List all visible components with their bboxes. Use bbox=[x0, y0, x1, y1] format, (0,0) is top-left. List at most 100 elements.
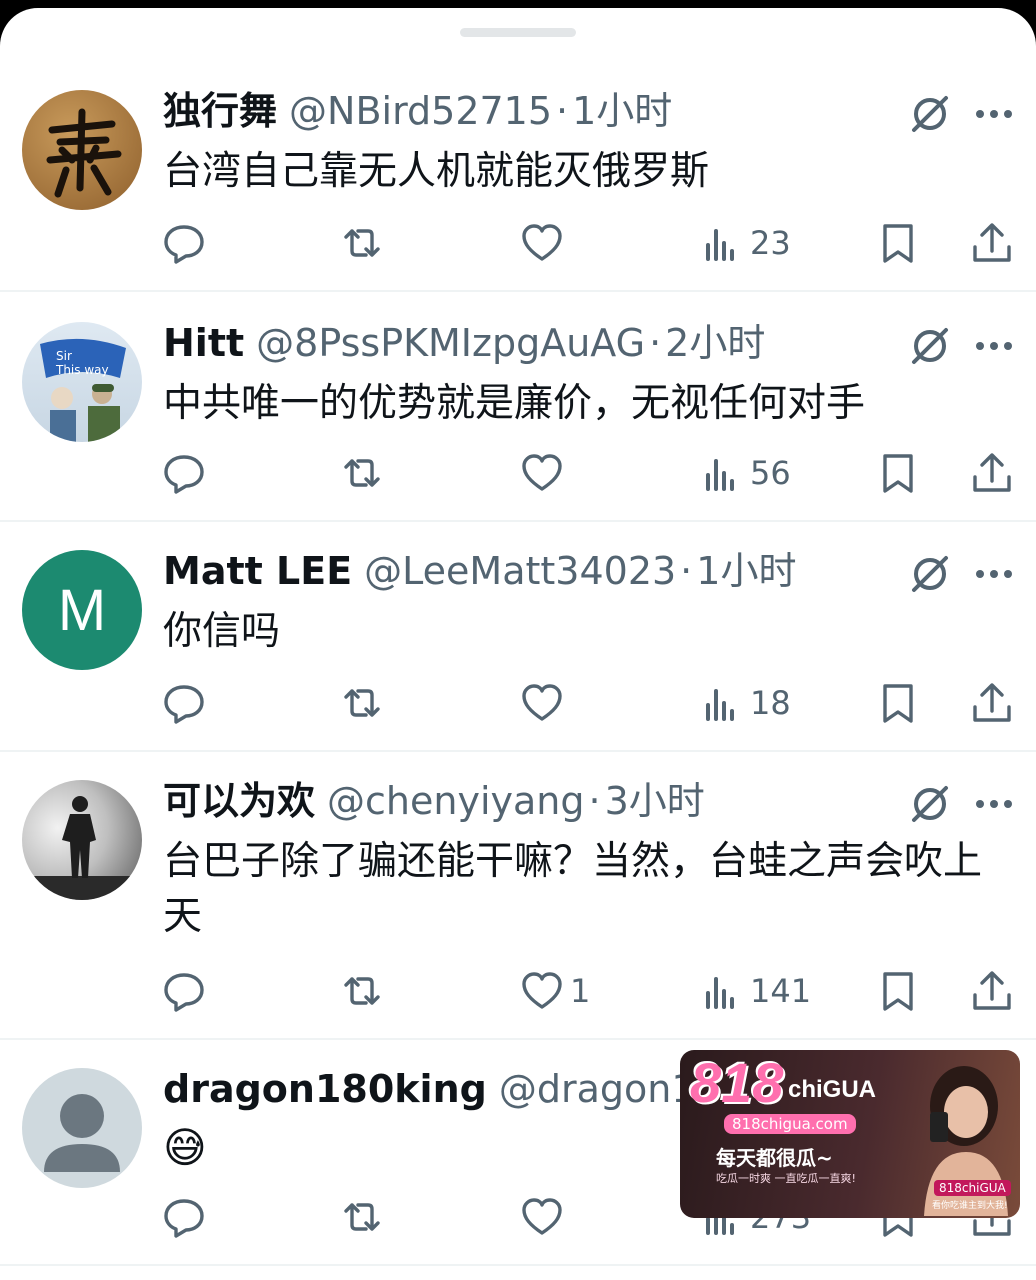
post-divider bbox=[0, 290, 1036, 292]
separator-dot: · bbox=[649, 321, 662, 365]
share-button[interactable] bbox=[970, 218, 1014, 268]
reply-icon bbox=[164, 685, 204, 724]
bookmark-button[interactable] bbox=[876, 678, 920, 728]
svg-text:Sir: Sir bbox=[56, 349, 72, 363]
share-button[interactable] bbox=[970, 448, 1014, 498]
like-icon bbox=[522, 224, 562, 261]
calligraphy-avatar-image bbox=[46, 108, 122, 198]
avatar[interactable]: Sir This way bbox=[22, 322, 142, 442]
retweet-button[interactable] bbox=[340, 678, 384, 728]
display-name[interactable]: Matt LEE bbox=[163, 546, 352, 596]
like-button[interactable] bbox=[520, 678, 570, 728]
user-handle[interactable]: @NBird52715 bbox=[289, 86, 552, 136]
separator-dot: · bbox=[556, 89, 569, 133]
reply-button[interactable] bbox=[162, 678, 206, 728]
user-handle[interactable]: @8PssPKMIzpgAuAG bbox=[256, 318, 645, 368]
reply-icon bbox=[164, 973, 204, 1012]
views-icon bbox=[706, 229, 734, 261]
share-button[interactable] bbox=[970, 678, 1014, 728]
retweet-button[interactable] bbox=[340, 1192, 384, 1242]
retweet-icon bbox=[344, 229, 380, 257]
view-count: 18 bbox=[750, 684, 791, 722]
views-icon bbox=[706, 977, 734, 1009]
display-name[interactable]: 可以为欢 bbox=[163, 776, 315, 826]
reply-icon bbox=[164, 455, 204, 494]
views-button[interactable]: 23 bbox=[700, 218, 791, 268]
more-icon[interactable] bbox=[974, 798, 1014, 810]
like-button[interactable] bbox=[520, 218, 570, 268]
separator-dot: · bbox=[588, 779, 601, 823]
bookmark-button[interactable] bbox=[876, 218, 920, 268]
post-text: 台湾自己靠无人机就能灭俄罗斯 bbox=[163, 149, 710, 194]
post-header: Matt LEE @LeeMatt34023 · 1小时 bbox=[163, 546, 796, 596]
bookmark-icon bbox=[883, 684, 913, 723]
retweet-button[interactable] bbox=[340, 448, 384, 498]
grok-icon[interactable] bbox=[908, 782, 952, 826]
user-handle[interactable]: @LeeMatt34023 bbox=[364, 546, 676, 596]
reply-icon bbox=[164, 225, 204, 264]
bookmark-button[interactable] bbox=[876, 966, 920, 1016]
retweet-icon bbox=[344, 1203, 380, 1231]
grok-icon[interactable] bbox=[908, 92, 952, 136]
avatar[interactable]: M bbox=[22, 550, 142, 670]
post-divider bbox=[0, 1264, 1036, 1266]
share-icon bbox=[973, 683, 1011, 722]
reply-icon bbox=[164, 1199, 204, 1238]
display-name[interactable]: 独行舞 bbox=[163, 86, 277, 136]
action-bar: 56 bbox=[0, 448, 1036, 498]
share-button[interactable] bbox=[970, 966, 1014, 1016]
watermark-brand: 818 bbox=[690, 1051, 784, 1114]
views-icon bbox=[706, 459, 734, 491]
reply-button[interactable] bbox=[162, 448, 206, 498]
post-time[interactable]: 2小时 bbox=[665, 318, 765, 368]
flag-soldiers-avatar-image: Sir This way bbox=[40, 338, 126, 442]
action-bar: 1 141 bbox=[0, 966, 1036, 1016]
share-icon bbox=[973, 971, 1011, 1010]
share-icon bbox=[973, 223, 1011, 262]
like-count: 1 bbox=[570, 972, 591, 1010]
watermark-badge-sub: 看你吃谁主到大我! bbox=[932, 1201, 1008, 1211]
views-button[interactable]: 141 bbox=[700, 966, 811, 1016]
reply-button[interactable] bbox=[162, 218, 206, 268]
like-button[interactable] bbox=[520, 448, 570, 498]
watermark-banner: 818 chiGUA 818chigua.com 每天都很瓜~ 吃瓜一时爽 一直… bbox=[680, 1050, 1020, 1218]
more-icon[interactable] bbox=[974, 108, 1014, 120]
display-name[interactable]: Hitt bbox=[163, 318, 244, 368]
more-icon[interactable] bbox=[974, 340, 1014, 352]
retweet-button[interactable] bbox=[340, 218, 384, 268]
watermark-brand-suffix: chiGUA bbox=[788, 1076, 877, 1103]
views-button[interactable]: 18 bbox=[700, 678, 791, 728]
avatar-initial: M bbox=[57, 577, 107, 643]
avatar[interactable] bbox=[22, 780, 142, 900]
avatar[interactable] bbox=[22, 90, 142, 210]
post-time[interactable]: 3小时 bbox=[605, 776, 705, 826]
grok-icon[interactable] bbox=[908, 552, 952, 596]
like-icon bbox=[522, 1198, 562, 1235]
post-header: 独行舞 @NBird52715 · 1小时 bbox=[163, 86, 672, 136]
post-header: dragon180king @dragon180 bbox=[163, 1064, 752, 1114]
retweet-button[interactable] bbox=[340, 966, 384, 1016]
watermark-badge: 818chiGUA bbox=[934, 1180, 1011, 1196]
like-button[interactable] bbox=[520, 1192, 570, 1242]
avatar[interactable] bbox=[22, 1068, 142, 1188]
action-bar: 23 bbox=[0, 218, 1036, 268]
view-count: 23 bbox=[750, 224, 791, 262]
post-header: Hitt @8PssPKMIzpgAuAG · 2小时 bbox=[163, 318, 765, 368]
grok-icon[interactable] bbox=[908, 324, 952, 368]
post-time[interactable]: 1小时 bbox=[572, 86, 672, 136]
user-handle[interactable]: @chenyiyang bbox=[327, 776, 584, 826]
sheet-grabber[interactable] bbox=[460, 28, 576, 37]
more-icon[interactable] bbox=[974, 568, 1014, 580]
views-button[interactable]: 56 bbox=[700, 448, 791, 498]
like-button[interactable]: 1 bbox=[520, 966, 590, 1016]
post-divider bbox=[0, 750, 1036, 752]
post-time[interactable]: 1小时 bbox=[696, 546, 796, 596]
separator-dot: · bbox=[680, 549, 693, 593]
reply-button[interactable] bbox=[162, 1192, 206, 1242]
bookmark-button[interactable] bbox=[876, 448, 920, 498]
retweet-icon bbox=[344, 977, 380, 1005]
reply-button[interactable] bbox=[162, 966, 206, 1016]
like-icon bbox=[522, 454, 562, 491]
post-divider bbox=[0, 1038, 1036, 1040]
display-name[interactable]: dragon180king bbox=[163, 1064, 487, 1114]
